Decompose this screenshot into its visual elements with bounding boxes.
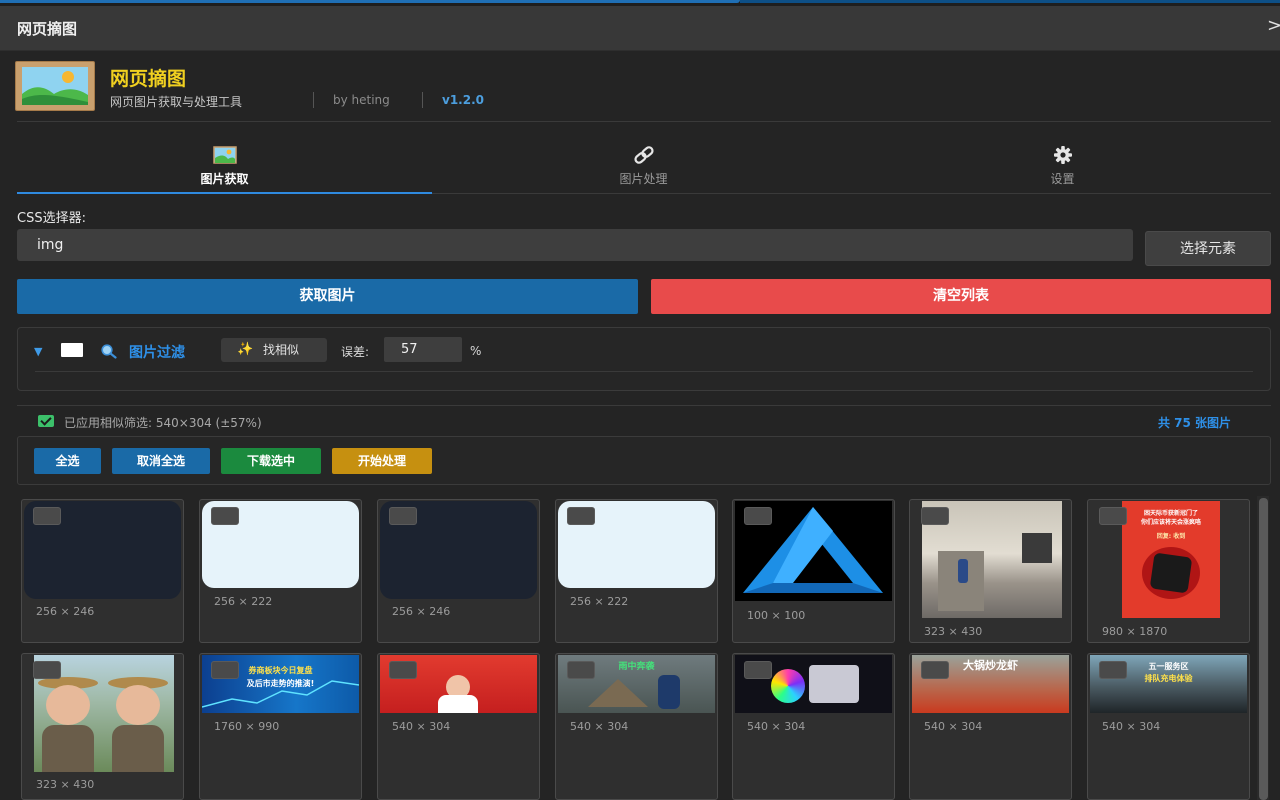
image-count: 共 75 张图片 bbox=[1158, 416, 1232, 430]
image-card[interactable]: 五一服务区 排队充电体验 540 × 304 bbox=[1087, 653, 1250, 800]
image-card[interactable]: 大锅炒龙虾 540 × 304 bbox=[909, 653, 1072, 800]
image-dimensions: 540 × 304 bbox=[392, 720, 451, 733]
image-select-checkbox[interactable] bbox=[389, 507, 417, 525]
browser-progress-bar bbox=[0, 0, 740, 3]
image-dimensions: 323 × 430 bbox=[36, 778, 95, 791]
magnifier-icon bbox=[101, 344, 117, 359]
image-select-checkbox[interactable] bbox=[921, 507, 949, 525]
pick-element-button[interactable]: 选择元素 bbox=[1145, 231, 1271, 266]
app-author: by heting bbox=[333, 93, 390, 107]
gear-icon bbox=[1053, 146, 1072, 164]
app-subtitle: 网页图片获取与处理工具 bbox=[110, 95, 243, 109]
app-logo bbox=[15, 61, 95, 111]
image-icon bbox=[212, 146, 237, 164]
image-card[interactable]: 256 × 222 bbox=[555, 499, 718, 643]
image-select-checkbox[interactable] bbox=[567, 661, 595, 679]
chevron-right-icon[interactable]: > bbox=[1267, 15, 1280, 36]
image-dimensions: 323 × 430 bbox=[924, 625, 983, 638]
image-dimensions: 540 × 304 bbox=[924, 720, 983, 733]
tab-image-fetch[interactable]: 图片获取 bbox=[17, 140, 432, 192]
image-dimensions: 256 × 222 bbox=[214, 595, 273, 608]
image-select-checkbox[interactable] bbox=[744, 507, 772, 525]
deselect-all-button[interactable]: 取消全选 bbox=[112, 448, 210, 474]
browser-progress-track bbox=[740, 0, 1280, 3]
image-caption: 回复: 收到 bbox=[1156, 533, 1186, 540]
start-processing-button[interactable]: 开始处理 bbox=[332, 448, 432, 474]
image-select-checkbox[interactable] bbox=[389, 661, 417, 679]
image-select-checkbox[interactable] bbox=[211, 661, 239, 679]
image-card[interactable]: 256 × 222 bbox=[199, 499, 362, 643]
caret-down-icon[interactable]: ▼ bbox=[34, 345, 42, 358]
tab-label: 设置 bbox=[1050, 172, 1075, 186]
find-similar-button[interactable]: ✨ 找相似 bbox=[221, 338, 327, 362]
image-dimensions: 980 × 1870 bbox=[1102, 625, 1168, 638]
image-card[interactable]: 100 × 100 bbox=[732, 499, 895, 643]
sparkle-icon: ✨ bbox=[237, 342, 254, 357]
image-select-checkbox[interactable] bbox=[33, 507, 61, 525]
filter-status-text: 已应用相似筛选: 540×304 (±57%) bbox=[64, 416, 262, 430]
app-name: 网页摘图 bbox=[110, 68, 187, 90]
image-dimensions: 256 × 246 bbox=[392, 605, 451, 618]
panel-title: 网页摘图 bbox=[17, 20, 78, 38]
image-card[interactable]: 540 × 304 bbox=[377, 653, 540, 800]
image-card[interactable]: 540 × 304 bbox=[732, 653, 895, 800]
active-tab-indicator bbox=[17, 192, 432, 194]
image-dimensions: 540 × 304 bbox=[747, 720, 806, 733]
image-caption: 你们应该将天会涨疯咯 bbox=[1140, 519, 1201, 526]
tolerance-input[interactable] bbox=[384, 337, 462, 362]
tolerance-label: 误差: bbox=[341, 345, 370, 359]
image-dimensions: 256 × 246 bbox=[36, 605, 95, 618]
filter-panel bbox=[17, 327, 1271, 391]
panel-header: 网页摘图 > bbox=[0, 6, 1280, 51]
filter-rule bbox=[35, 371, 1253, 372]
check-icon bbox=[38, 415, 54, 427]
link-icon bbox=[633, 146, 654, 164]
css-selector-label: CSS选择器: bbox=[17, 211, 86, 226]
image-card[interactable]: 323 × 430 bbox=[909, 499, 1072, 643]
clear-list-button[interactable]: 清空列表 bbox=[651, 279, 1271, 314]
image-dimensions: 1760 × 990 bbox=[214, 720, 280, 733]
image-select-checkbox[interactable] bbox=[211, 507, 239, 525]
select-all-button[interactable]: 全选 bbox=[34, 448, 101, 474]
fetch-images-button[interactable]: 获取图片 bbox=[17, 279, 638, 314]
header-divider bbox=[422, 92, 423, 108]
find-similar-label: 找相似 bbox=[263, 343, 300, 357]
tab-label: 图片获取 bbox=[200, 172, 249, 186]
image-card[interactable]: 256 × 246 bbox=[377, 499, 540, 643]
image-card[interactable]: 困天际币获新冠门了 你们应该将天会涨疯咯 回复: 收到 980 × 1870 bbox=[1087, 499, 1250, 643]
image-select-checkbox[interactable] bbox=[33, 661, 61, 679]
image-thumbnail: 困天际币获新冠门了 你们应该将天会涨疯咯 回复: 收到 bbox=[1122, 501, 1220, 618]
tab-image-process[interactable]: 图片处理 bbox=[436, 140, 851, 192]
header-divider bbox=[313, 92, 314, 108]
image-select-checkbox[interactable] bbox=[567, 507, 595, 525]
filter-title: 图片过滤 bbox=[129, 345, 185, 361]
image-select-checkbox[interactable] bbox=[744, 661, 772, 679]
image-dimensions: 540 × 304 bbox=[570, 720, 629, 733]
grid-scrollbar-thumb[interactable] bbox=[1259, 498, 1268, 800]
download-selected-button[interactable]: 下载选中 bbox=[221, 448, 321, 474]
image-card[interactable]: 256 × 246 bbox=[21, 499, 184, 643]
image-dimensions: 100 × 100 bbox=[747, 609, 806, 622]
tab-label: 图片处理 bbox=[619, 172, 668, 186]
image-card[interactable]: 323 × 430 bbox=[21, 653, 184, 800]
tab-settings[interactable]: 设置 bbox=[855, 140, 1270, 192]
image-select-checkbox[interactable] bbox=[1099, 661, 1127, 679]
image-dimensions: 256 × 222 bbox=[570, 595, 629, 608]
tolerance-unit: % bbox=[470, 344, 482, 358]
section-rule bbox=[17, 405, 1271, 406]
header-rule bbox=[17, 121, 1271, 122]
css-selector-input[interactable] bbox=[17, 229, 1133, 261]
image-card[interactable]: 券商板块今日复盘 及后市走势的推演! 1760 × 990 bbox=[199, 653, 362, 800]
filter-enable-checkbox[interactable] bbox=[61, 343, 83, 357]
image-select-checkbox[interactable] bbox=[921, 661, 949, 679]
image-dimensions: 540 × 304 bbox=[1102, 720, 1161, 733]
image-select-checkbox[interactable] bbox=[1099, 507, 1127, 525]
app-version: v1.2.0 bbox=[442, 93, 484, 107]
image-caption: 困天际币获新冠门了 bbox=[1143, 510, 1198, 517]
image-card[interactable]: 雨中奔袭 540 × 304 bbox=[555, 653, 718, 800]
